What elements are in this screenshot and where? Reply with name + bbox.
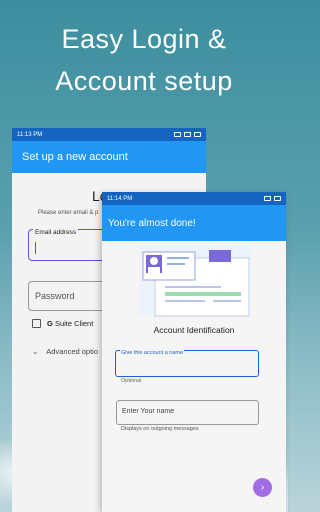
gsuite-g-logo: G	[47, 319, 53, 328]
checkbox-icon[interactable]	[32, 319, 41, 328]
status-bar: 11:13 PM	[12, 128, 206, 141]
app-bar-title: You're almost done!	[108, 217, 196, 229]
status-time: 11:14 PM	[107, 195, 133, 202]
hero-line-2: Account setup	[55, 66, 233, 96]
hero-headline: Easy Login & Account setup	[0, 18, 288, 102]
chevron-down-icon: ⌄	[32, 347, 39, 356]
app-bar-title: Set up a new account	[22, 151, 128, 163]
status-time: 11:13 PM	[17, 131, 43, 138]
next-button[interactable]: ›	[253, 478, 272, 497]
password-placeholder: Password	[35, 291, 75, 301]
email-field-label: Email address	[33, 229, 79, 236]
app-bar: Set up a new account	[12, 141, 206, 173]
status-bar: 11:14 PM	[102, 192, 286, 205]
your-name-placeholder: Enter Your name	[122, 408, 175, 415]
account-name-field[interactable]: Give this account a name	[115, 350, 259, 377]
advanced-options-toggle[interactable]: ⌄ Advanced optio	[32, 347, 98, 356]
advanced-options-label: Advanced optio	[46, 347, 99, 356]
account-name-label: Give this account a name	[120, 350, 185, 356]
section-title: Account Identification	[153, 325, 235, 335]
status-icons	[264, 196, 281, 201]
app-bar: You're almost done!	[102, 205, 286, 241]
account-identification-screen: 11:14 PM You're almost done! Account Ide…	[102, 192, 286, 512]
gsuite-label: Suite Client	[54, 319, 94, 328]
text-caret	[35, 242, 36, 254]
account-name-helper: Optional	[121, 378, 142, 384]
status-icons	[174, 132, 201, 137]
id-card-illustration	[139, 246, 251, 317]
chevron-right-icon: ›	[260, 482, 265, 493]
your-name-helper: Displays on outgoing messages	[121, 426, 199, 432]
your-name-field[interactable]: Enter Your name	[116, 400, 259, 425]
hero-line-1: Easy Login &	[61, 24, 227, 54]
gsuite-client-checkbox[interactable]: G Suite Client	[32, 319, 93, 328]
login-subtitle: Please enter email & p	[38, 210, 99, 216]
